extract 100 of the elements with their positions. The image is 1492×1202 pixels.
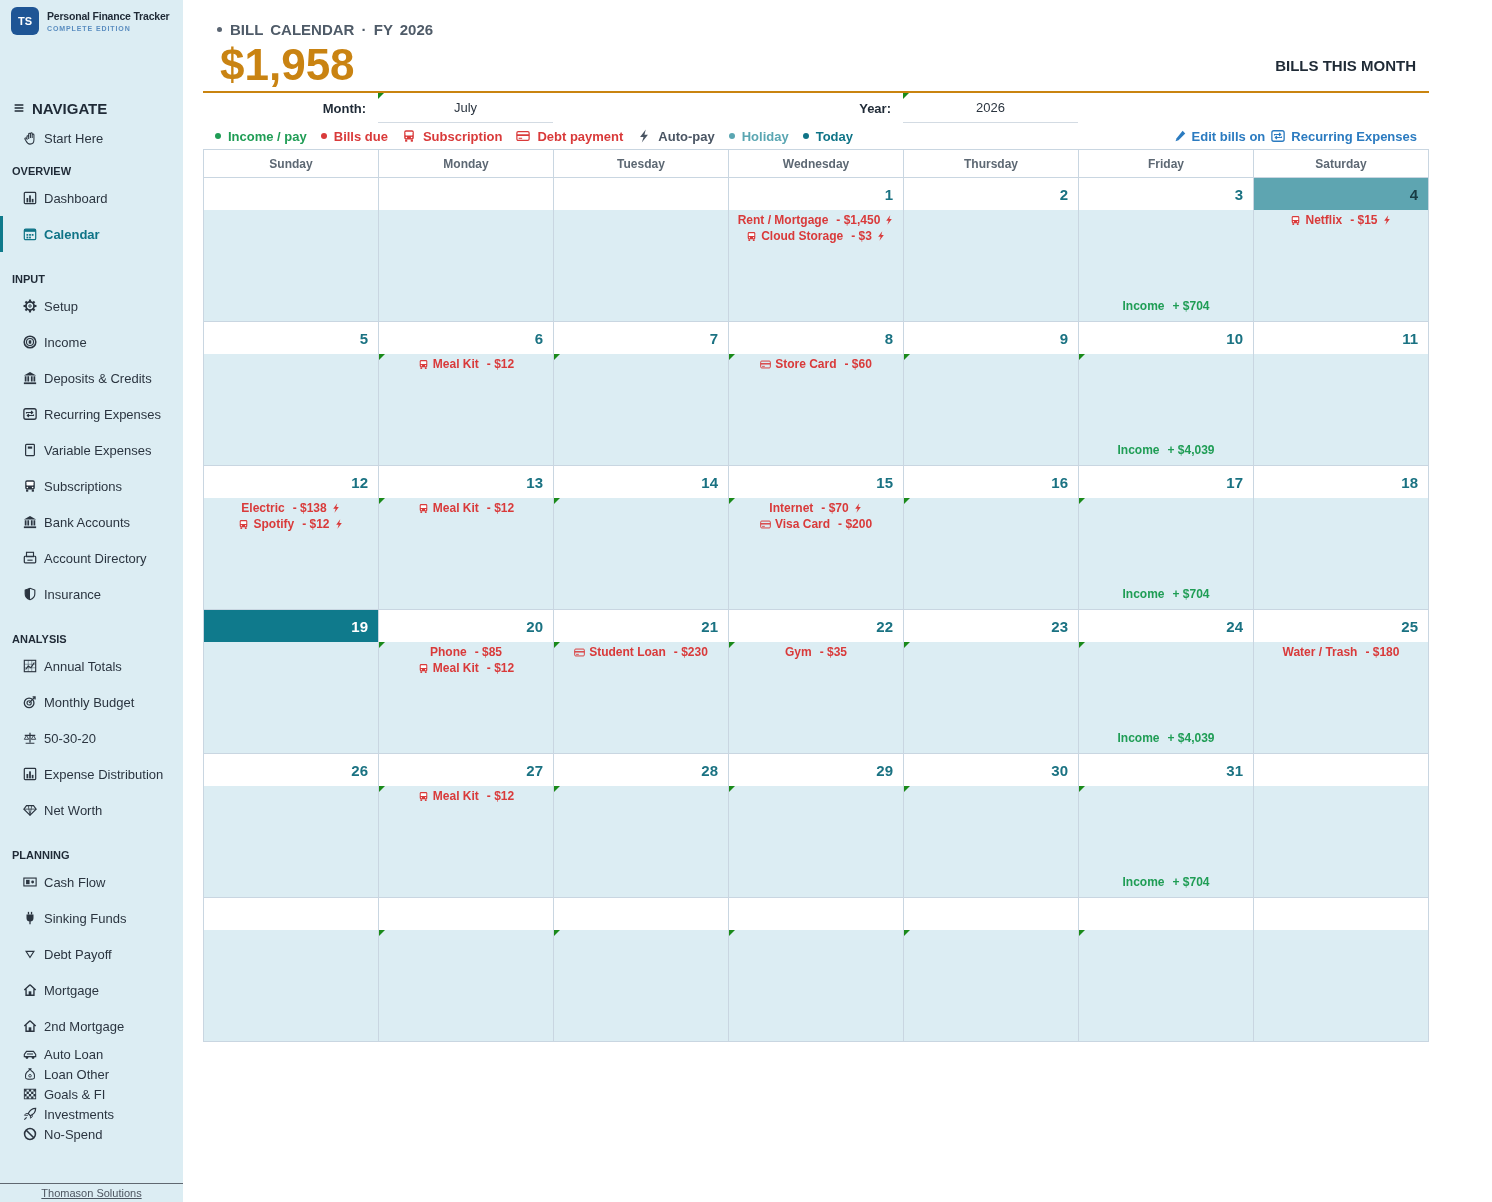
- bill-label: Meal Kit: [432, 660, 479, 676]
- app-logo: TS: [11, 7, 39, 35]
- legend-label: Debt payment: [537, 128, 624, 144]
- balance-scale-icon: [23, 731, 37, 745]
- menu-icon: [14, 103, 24, 113]
- nav-item[interactable]: Calendar: [0, 216, 183, 252]
- nav-item[interactable]: Expense Distribution: [0, 756, 183, 792]
- select-field[interactable]: July: [378, 93, 553, 123]
- date-number: 7: [709, 329, 718, 347]
- nav-item[interactable]: Loan Other: [0, 1064, 183, 1084]
- income-amount: + $704: [1172, 298, 1210, 314]
- section-heading: INPUT: [11, 272, 46, 287]
- nav-item[interactable]: Auto Loan: [0, 1044, 183, 1064]
- bill-label: Meal Kit: [432, 788, 479, 804]
- target-icon: [23, 695, 37, 709]
- bill-label: Phone: [430, 644, 467, 660]
- date-number: 26: [351, 761, 368, 779]
- date-number: 1: [884, 185, 893, 203]
- income-amount: + $4,039: [1167, 730, 1215, 746]
- hand-icon: [23, 131, 37, 145]
- nav-item[interactable]: Monthly Budget: [0, 684, 183, 720]
- date-number: 20: [526, 617, 543, 635]
- edit-link[interactable]: Recurring Expenses: [1291, 128, 1417, 144]
- pencil-icon: [1173, 130, 1186, 142]
- bill-amount: - $35: [819, 644, 847, 660]
- bill-amount: - $12: [486, 660, 515, 676]
- nav-item[interactable]: Subscriptions: [0, 468, 183, 504]
- money-bag-icon: [23, 1067, 37, 1081]
- nav-item[interactable]: 50-30-20: [0, 720, 183, 756]
- legend-label: Income / pay: [228, 128, 307, 144]
- nav-item[interactable]: Net Worth: [0, 792, 183, 828]
- bill-label: Meal Kit: [432, 356, 479, 372]
- bill-label: Spotify: [253, 516, 295, 532]
- nav-item[interactable]: Investments: [0, 1104, 183, 1124]
- nav-item[interactable]: Annual Totals: [0, 648, 183, 684]
- house-icon: [23, 1019, 37, 1033]
- nav-item[interactable]: Deposits & Credits: [0, 360, 183, 396]
- nav-item[interactable]: Start Here: [0, 120, 183, 156]
- date-number: 29: [876, 761, 893, 779]
- bill-label: Rent / Mortgage: [737, 212, 829, 228]
- bus-icon: [23, 479, 37, 493]
- bank-icon: [23, 371, 37, 385]
- nav-item[interactable]: Insurance: [0, 576, 183, 612]
- bill-label: Cloud Storage: [761, 228, 844, 244]
- bill-label: Internet: [769, 500, 814, 516]
- bullet-icon: [217, 26, 222, 32]
- income-label: Income: [1117, 730, 1160, 746]
- checkered-grid-icon: [23, 1087, 37, 1101]
- section-heading: ANALYSIS: [11, 632, 68, 647]
- section-heading: PLANNING: [11, 848, 71, 863]
- date-number: 11: [1402, 329, 1418, 347]
- nav-item[interactable]: Income: [0, 324, 183, 360]
- printer-icon: [23, 551, 37, 565]
- date-number: 21: [701, 617, 718, 635]
- date-number: 8: [884, 329, 893, 347]
- nav-item[interactable]: Mortgage: [0, 972, 183, 1008]
- bill-label: Meal Kit: [432, 500, 479, 516]
- select-field[interactable]: 2026: [903, 93, 1078, 123]
- bus-icon: [417, 662, 429, 674]
- footer-link[interactable]: Thomason Solutions: [41, 1187, 142, 1199]
- nav-item[interactable]: Cash Flow: [0, 864, 183, 900]
- nav-item[interactable]: Dashboard: [0, 180, 183, 216]
- nav-item[interactable]: Goals & FI: [0, 1084, 183, 1104]
- card-icon: [574, 646, 586, 658]
- date-number: 3: [1234, 185, 1243, 203]
- income-amount: + $704: [1172, 586, 1210, 602]
- nav-item[interactable]: Recurring Expenses: [0, 396, 183, 432]
- field-label: Year:: [858, 99, 892, 118]
- field-label: Month:: [321, 99, 367, 118]
- calendar-icon: [23, 227, 37, 241]
- nav-item[interactable]: Account Directory: [0, 540, 183, 576]
- date-number: 15: [876, 473, 893, 491]
- bill-label: Gym: [784, 644, 812, 660]
- card-icon: [760, 358, 772, 370]
- bill-amount: - $12: [486, 500, 515, 516]
- bus-icon: [417, 790, 429, 802]
- bill-amount: - $180: [1365, 644, 1400, 660]
- nav-item[interactable]: Setup: [0, 288, 183, 324]
- total-caption: BILLS THIS MONTH: [1275, 56, 1416, 74]
- nav-item[interactable]: Sinking Funds: [0, 900, 183, 936]
- bill-label: Electric: [241, 500, 285, 516]
- nav-item[interactable]: No-Spend: [0, 1124, 183, 1144]
- bar-chart-icon: [23, 191, 37, 205]
- nav-item[interactable]: 2nd Mortgage: [0, 1008, 183, 1044]
- gem-icon: [23, 803, 37, 817]
- date-number: 28: [701, 761, 718, 779]
- date-number: 9: [1059, 329, 1068, 347]
- bills-total: $1,958: [220, 43, 355, 87]
- bill-label: Netflix: [1305, 212, 1343, 228]
- nav-item[interactable]: Debt Payoff: [0, 936, 183, 972]
- bill-label: Water / Trash: [1282, 644, 1358, 660]
- nav-item[interactable]: Variable Expenses: [0, 432, 183, 468]
- line-chart-icon: [23, 659, 37, 673]
- bus-icon: [417, 358, 429, 370]
- date-number: 24: [1226, 617, 1243, 635]
- date-number: 23: [1051, 617, 1068, 635]
- nav-item[interactable]: Bank Accounts: [0, 504, 183, 540]
- bus-icon: [417, 502, 429, 514]
- income-amount: + $704: [1172, 874, 1210, 890]
- bill-amount: - $15: [1350, 212, 1378, 228]
